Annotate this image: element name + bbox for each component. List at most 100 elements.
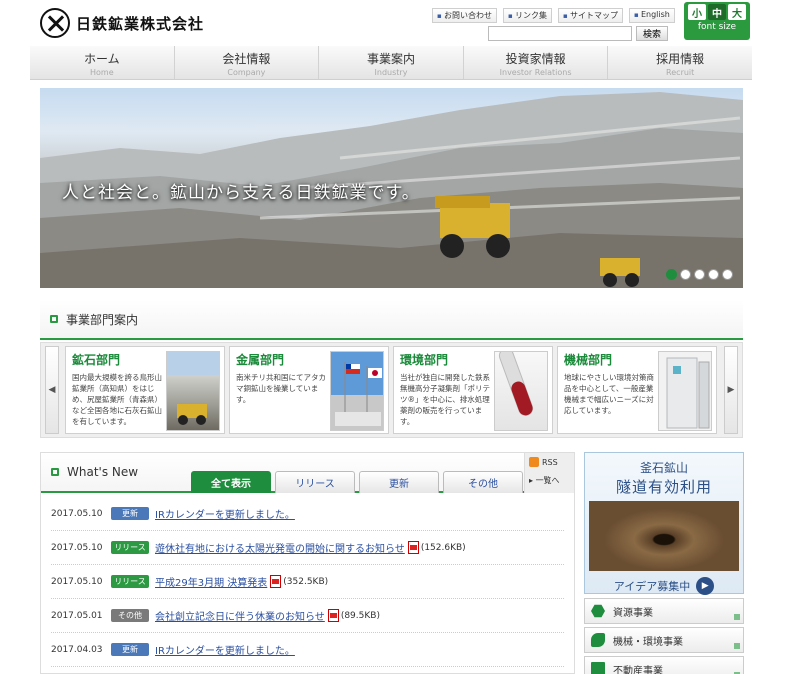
category-badge: リリース (111, 575, 149, 588)
nav-home[interactable]: ホーム Home (30, 46, 175, 79)
news-date: 2017.05.10 (51, 576, 103, 587)
file-size: (89.5KB) (340, 610, 380, 621)
kamaishi-tunnel-banner[interactable]: 釜石鉱山 隧道有効利用 アイデア募集中 ▶ (584, 452, 744, 597)
global-nav: ホーム Home 会社情報 Company 事業案内 Industry 投資家情… (30, 46, 752, 80)
hero-tagline: 人と社会と。鉱山から支える日鉄鉱業です。 (62, 183, 420, 203)
tab-update[interactable]: 更新 (359, 471, 439, 493)
tunnel-image (589, 501, 739, 571)
nav-company[interactable]: 会社情報 Company (175, 46, 320, 79)
corner-mark-icon (734, 643, 740, 649)
links-link[interactable]: リンク集 (502, 8, 552, 23)
whats-new-panel: What's New 全て表示 リリース 更新 その他 RSS ▸ 一覧へ 20… (40, 452, 575, 674)
machinery-environment-link[interactable]: 機械・環境事業 (584, 627, 744, 653)
tab-all[interactable]: 全て表示 (191, 471, 271, 493)
news-title-link[interactable]: 会社創立記念日に伴う休業のお知らせ (155, 608, 325, 623)
news-title-link[interactable]: IRカレンダーを更新しました。 (155, 506, 295, 521)
section-bullet-icon (51, 468, 59, 476)
tab-release[interactable]: リリース (275, 471, 355, 493)
arrow-right-icon: ▶ (696, 577, 715, 595)
sitemap-link[interactable]: サイトマップ (557, 8, 623, 23)
font-size-switcher: 小 中 大 font size (684, 2, 750, 40)
real-estate-link[interactable]: 不動産事業 (584, 656, 744, 674)
font-size-medium-button[interactable]: 中 (708, 4, 726, 20)
banner-title-1: 釜石鉱山 (639, 461, 688, 475)
search-button[interactable]: 検索 (636, 26, 669, 41)
slide-dot-5[interactable] (722, 269, 733, 280)
english-link[interactable]: English (628, 8, 675, 23)
division-section-header: 事業部門案内 (40, 300, 743, 340)
idea-recruit-button[interactable]: アイデア募集中 ▶ (599, 575, 729, 597)
whats-new-title: What's New (67, 465, 139, 479)
file-size: (152.6KB) (420, 542, 466, 553)
division-card-desc: 地球にやさしい環境対策商品を中心として、一般産業機械まで幅広いニーズに対応してい… (564, 373, 654, 415)
nav-sublabel: Industry (374, 68, 408, 77)
nav-sublabel: Company (227, 68, 266, 77)
font-size-small-button[interactable]: 小 (688, 4, 706, 20)
banner-button-label: アイデア募集中 (613, 580, 691, 593)
news-item: 2017.05.10 リリース 遊休社有地における太陽光発電の開始に関するお知ら… (51, 531, 564, 565)
carousel-prev-button[interactable]: ◀ (45, 346, 59, 434)
carousel-next-button[interactable]: ▶ (724, 346, 738, 434)
search-input[interactable] (488, 26, 632, 41)
nav-sublabel: Home (89, 68, 114, 77)
arrow-right-icon: ▶ (727, 385, 735, 395)
slide-dot-3[interactable] (694, 269, 705, 280)
company-name: 日鉄鉱業株式会社 (76, 14, 205, 33)
nav-industry[interactable]: 事業案内 Industry (319, 46, 464, 79)
nav-sublabel: Recruit (666, 68, 695, 77)
category-badge: リリース (111, 541, 149, 554)
news-list-label: 一覧へ (535, 476, 560, 485)
rss-label: RSS (542, 457, 558, 467)
building-icon (591, 662, 605, 674)
slide-dot-4[interactable] (708, 269, 719, 280)
news-title-link[interactable]: IRカレンダーを更新しました。 (155, 642, 295, 657)
division-card-machinery[interactable]: 機械部門 地球にやさしい環境対策商品を中心として、一般産業機械まで幅広いニーズに… (557, 346, 717, 434)
contact-link[interactable]: お問い合わせ (432, 8, 497, 23)
rss-link[interactable]: RSS (525, 453, 574, 471)
news-title-link[interactable]: 平成29年3月期 決算発表 (155, 574, 267, 589)
news-title-link[interactable]: 遊休社有地における太陽光発電の開始に関するお知らせ (155, 540, 405, 555)
news-date: 2017.04.03 (51, 644, 103, 655)
limestone-mine-image (166, 351, 220, 431)
tab-other[interactable]: その他 (443, 471, 523, 493)
nav-label: ホーム (83, 52, 120, 66)
category-badge: 更新 (111, 643, 149, 656)
division-card-environment[interactable]: 環境部門 当社が独自に開発した鉄系無機高分子凝集剤「ポリテツ®」を中心に、排水処… (393, 346, 553, 434)
division-card-metal[interactable]: 金属部門 南米チリ共和国にてアタカマ銅鉱山を操業しています。 (229, 346, 389, 434)
news-date: 2017.05.10 (51, 508, 103, 519)
test-tube-image (494, 351, 548, 431)
chile-flags-image (330, 351, 384, 431)
hero-slideshow[interactable]: 人と社会と。鉱山から支える日鉄鉱業です。 (40, 88, 743, 288)
nav-label: 事業案内 (366, 52, 415, 66)
utility-links: お問い合わせ リンク集 サイトマップ English (432, 8, 675, 23)
search-form: 検索 (488, 26, 669, 41)
division-carousel: ◀ 鉱石部門 国内最大規模を誇る鳥形山鉱業所（高知県）をはじめ、尻屋鉱業所（青森… (40, 342, 743, 438)
resource-business-link[interactable]: 資源事業 (584, 598, 744, 624)
machine-unit-image (658, 351, 712, 431)
news-date: 2017.05.01 (51, 610, 103, 621)
business-links: 資源事業 機械・環境事業 不動産事業 (584, 598, 744, 674)
rss-icon (529, 457, 539, 467)
pdf-icon (327, 609, 339, 622)
slide-dot-1[interactable] (666, 269, 677, 280)
logo-mark-icon (40, 8, 70, 38)
resource-icon (591, 604, 605, 618)
business-link-label: 資源事業 (613, 607, 653, 619)
slide-dot-2[interactable] (680, 269, 691, 280)
news-list-link[interactable]: ▸ 一覧へ (525, 471, 574, 490)
division-section-title: 事業部門案内 (66, 312, 139, 327)
category-badge: 更新 (111, 507, 149, 520)
company-logo[interactable]: 日鉄鉱業株式会社 (40, 8, 204, 38)
division-card-desc: 当社が独自に開発した鉄系無機高分子凝集剤「ポリテツ®」を中心に、排水処理薬剤の販… (400, 373, 490, 426)
nav-investor-relations[interactable]: 投資家情報 Investor Relations (464, 46, 609, 79)
news-item: 2017.05.10 リリース 平成29年3月期 決算発表 (352.5KB) (51, 565, 564, 599)
arrow-left-icon: ◀ (48, 385, 56, 395)
nav-recruit[interactable]: 採用情報 Recruit (608, 46, 752, 79)
business-link-label: 機械・環境事業 (613, 636, 683, 648)
news-item: 2017.04.03 更新 IRカレンダーを更新しました。 (51, 633, 564, 667)
font-size-large-button[interactable]: 大 (728, 4, 746, 20)
division-card-ore[interactable]: 鉱石部門 国内最大規模を誇る鳥形山鉱業所（高知県）をはじめ、尻屋鉱業所（青森県）… (65, 346, 225, 434)
division-card-desc: 南米チリ共和国にてアタカマ銅鉱山を操業しています。 (236, 373, 326, 404)
wrench-icon (591, 633, 605, 647)
nav-label: 投資家情報 (505, 52, 566, 66)
